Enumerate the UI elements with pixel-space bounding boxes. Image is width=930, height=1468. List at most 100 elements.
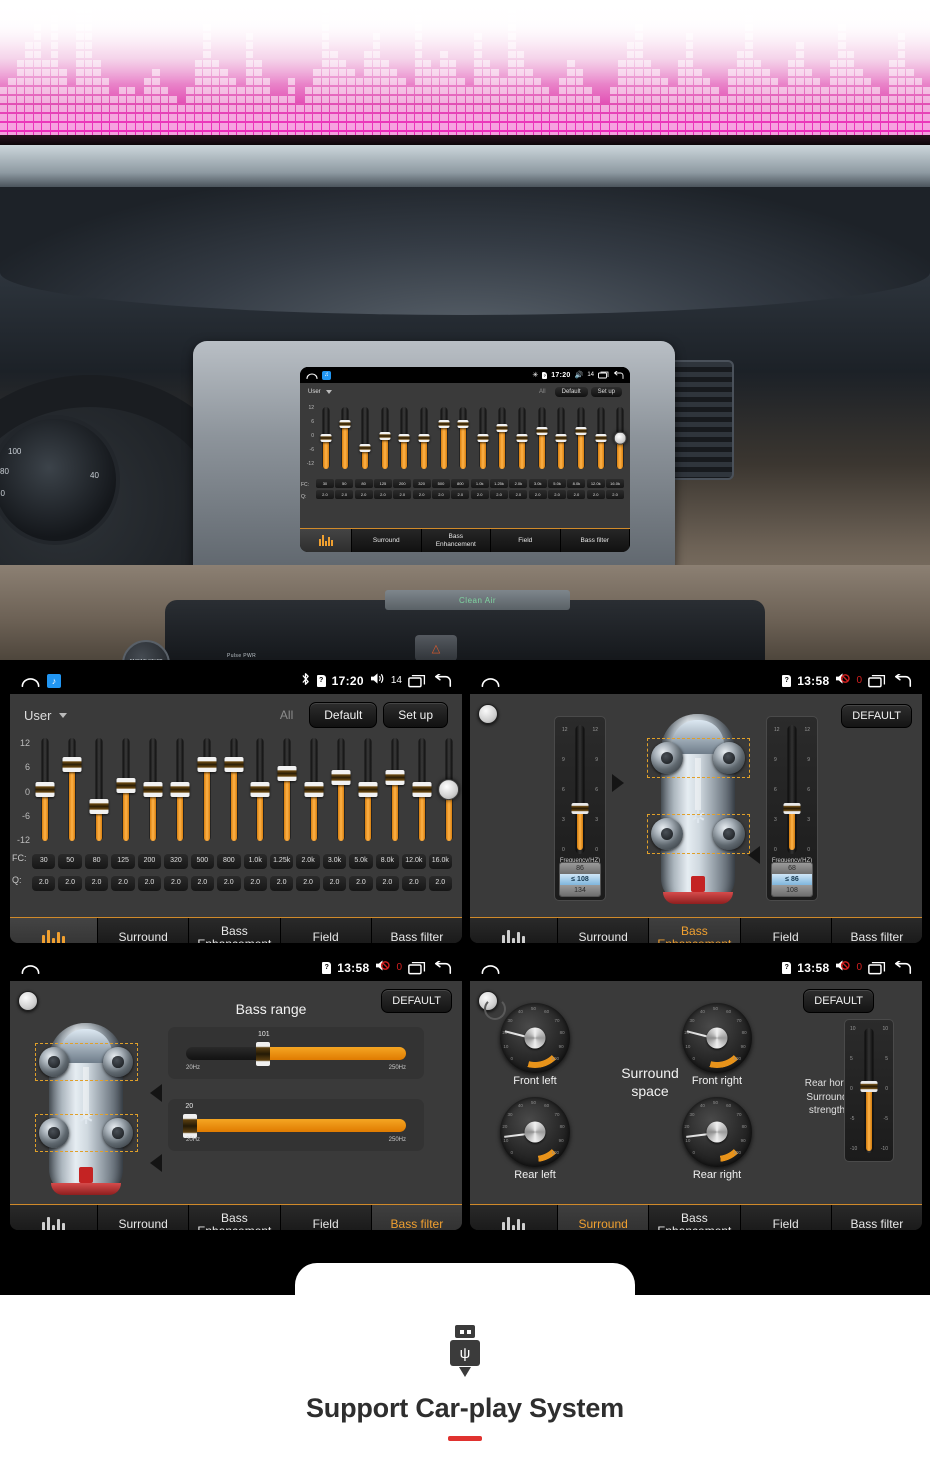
band-slider[interactable] — [220, 734, 247, 849]
tab-equalizer[interactable] — [10, 1205, 98, 1230]
slider-thumb[interactable] — [385, 769, 405, 785]
mini-fc-cell[interactable]: 5.0k — [548, 479, 566, 488]
mini-setup-button[interactable]: Set up — [590, 387, 622, 397]
tab-equalizer[interactable] — [470, 1205, 558, 1230]
slider-thumb[interactable] — [35, 782, 55, 797]
mini-fc-cell[interactable]: 12.0k — [586, 479, 605, 488]
band-slider[interactable] — [591, 403, 611, 477]
tab-surround[interactable]: Surround — [98, 1205, 190, 1230]
slider-thumb[interactable] — [516, 434, 528, 442]
q-cell[interactable]: 2.0 — [375, 875, 400, 891]
hazard-button[interactable]: △ — [415, 635, 457, 660]
q-cells[interactable]: 2.0 2.0 2.0 2.0 2.0 2.0 2.0 2.0 2.0 2.0 2.0 2.0 2.0 2… — [32, 875, 452, 891]
slider-thumb[interactable] — [62, 757, 82, 773]
slider-thumb[interactable] — [496, 424, 508, 433]
fc-cell[interactable]: 30 — [32, 853, 56, 869]
default-button[interactable]: Default — [309, 702, 378, 728]
bass-enhancement-body[interactable]: DEFAULT Frequency(HZ) 86 ≤ 108 134 12 12 9… — [470, 694, 922, 917]
slider-thumb[interactable] — [116, 777, 136, 793]
back-icon[interactable] — [893, 673, 912, 688]
slider-thumb[interactable] — [89, 798, 109, 814]
panel-equalizer[interactable]: ♪ ? 17:20 14 User All Default Set up 12 … — [8, 665, 464, 945]
front-speaker-selection[interactable] — [35, 1043, 138, 1081]
fc-cell[interactable]: 5.0k — [349, 853, 373, 869]
mini-q-cell[interactable]: 2.0 — [451, 490, 470, 499]
tab-field[interactable]: Field — [280, 918, 372, 943]
fc-cell[interactable]: 8.0k — [375, 853, 400, 869]
slider-thumb[interactable] — [555, 434, 567, 442]
fc-cell[interactable]: 800 — [217, 853, 241, 869]
default-button[interactable]: DEFAULT — [841, 704, 912, 728]
mini-q-cell[interactable]: 2.0 — [335, 490, 354, 499]
slider-thumb[interactable] — [477, 434, 489, 442]
power-toggle-button[interactable] — [478, 704, 498, 724]
mini-band-row[interactable] — [316, 403, 630, 477]
mini-q-cell[interactable]: 2.0 — [470, 490, 489, 499]
knob-front-right[interactable]: 0 10 20 30 40 50 60 70 80 90 100 Front right — [682, 1003, 752, 1087]
tab-equalizer[interactable] — [470, 918, 558, 943]
band-slider[interactable] — [355, 403, 375, 477]
tab-bass-enhancement[interactable]: Bass Enhancement — [649, 1205, 741, 1230]
mini-fc-cell[interactable]: 30 — [316, 479, 334, 488]
slider-thumb[interactable] — [418, 434, 430, 442]
fc-cell[interactable]: 50 — [58, 853, 82, 869]
mini-fc-cell[interactable]: 1.25k — [490, 479, 508, 488]
freq-selected[interactable]: ≤ 86 — [772, 874, 812, 885]
music-icon[interactable]: ♫ — [322, 370, 331, 380]
mini-q-cell[interactable]: 2.0 — [567, 490, 586, 499]
mini-fc-cell[interactable]: 80 — [354, 479, 373, 488]
q-cell[interactable]: 2.0 — [243, 875, 267, 891]
preset-dropdown[interactable]: User — [24, 708, 68, 723]
mini-q-cell[interactable]: 2.0 — [606, 490, 624, 499]
equalizer-toolbar[interactable]: User All Default Set up — [10, 700, 462, 730]
band-slider[interactable] — [493, 403, 513, 477]
fc-cell[interactable]: 125 — [111, 853, 135, 869]
band-slider[interactable] — [86, 734, 113, 849]
slider-thumb[interactable] — [331, 769, 351, 785]
surround-body[interactable]: DEFAULT 0 10 20 30 40 50 60 70 80 90 100 Front left… — [470, 981, 922, 1204]
recents-icon[interactable] — [868, 961, 887, 975]
slider-thumb[interactable] — [320, 434, 332, 442]
mini-fc-cell[interactable]: 16.0k — [606, 479, 624, 488]
slider-thumb[interactable] — [250, 782, 270, 797]
q-cell[interactable]: 2.0 — [58, 875, 82, 891]
mini-fc-cell[interactable]: 2.0k — [509, 479, 528, 488]
slider-thumb-active[interactable] — [437, 778, 460, 801]
fc-cell[interactable]: 2.0k — [296, 853, 320, 869]
mini-fc-cell[interactable]: 500 — [432, 479, 450, 488]
fc-cells[interactable]: 30 50 80 125 200 320 500 800 1.0k 1.25k 2.0k 3.0k 5.… — [32, 853, 452, 869]
fc-cell[interactable]: 500 — [190, 853, 215, 869]
slider-thumb[interactable] — [339, 419, 351, 428]
tab-surround[interactable]: Surround — [558, 1205, 650, 1230]
band-slider[interactable] — [113, 734, 140, 849]
tab-field[interactable]: Field — [740, 1205, 832, 1230]
band-slider[interactable] — [328, 734, 355, 849]
slider-thumb[interactable] — [575, 426, 587, 435]
head-unit-screen[interactable]: ♫ ✳ ? 17:20 🔊 14 User All Default Set up 12 6… — [300, 367, 630, 552]
slider-thumb[interactable] — [359, 443, 371, 452]
slider-thumb[interactable] — [170, 782, 190, 797]
volume-icon[interactable] — [370, 672, 385, 690]
mini-fc-cell[interactable]: 1.0k — [470, 479, 489, 488]
band-parameters[interactable]: FC: 30 50 80 125 200 320 500 800 1.0k 1.25k 2.0k 3.… — [10, 851, 462, 893]
slider-thumb[interactable] — [595, 434, 607, 442]
equalizer-body[interactable]: User All Default Set up 12 6 0 -6 -12 FC: 30… — [10, 694, 462, 917]
mini-fc-cell[interactable]: 50 — [335, 479, 354, 488]
q-cell[interactable]: 2.0 — [111, 875, 135, 891]
freq-above[interactable]: 86 — [560, 863, 600, 874]
mini-q-cell[interactable]: 2.0 — [548, 490, 566, 499]
mini-tab-surround[interactable]: Surround — [352, 529, 422, 552]
knob-rear-left[interactable]: 0 10 20 30 40 50 60 70 80 90 100 Rear left — [500, 1097, 570, 1181]
freq-below[interactable]: 134 — [560, 885, 600, 896]
mini-q-cell[interactable]: 2.0 — [490, 490, 508, 499]
band-slider[interactable] — [193, 734, 220, 849]
mini-fc-cell[interactable]: 125 — [374, 479, 392, 488]
recents-icon[interactable] — [598, 371, 609, 379]
back-icon[interactable] — [893, 960, 912, 975]
slider-thumb[interactable] — [277, 765, 297, 781]
panel-surround[interactable]: ? 13:58 0 DEFAULT 0 10 20 30 40 50 60 70 80 90 100… — [468, 952, 924, 1232]
tabbar-surround[interactable]: Surround Bass Enhancement Field Bass filt… — [470, 1204, 922, 1230]
tab-bass-enhancement[interactable]: Bass Enhancement — [649, 918, 741, 943]
volume-muted-icon[interactable] — [835, 672, 851, 690]
fc-cell[interactable]: 1.25k — [269, 853, 294, 869]
